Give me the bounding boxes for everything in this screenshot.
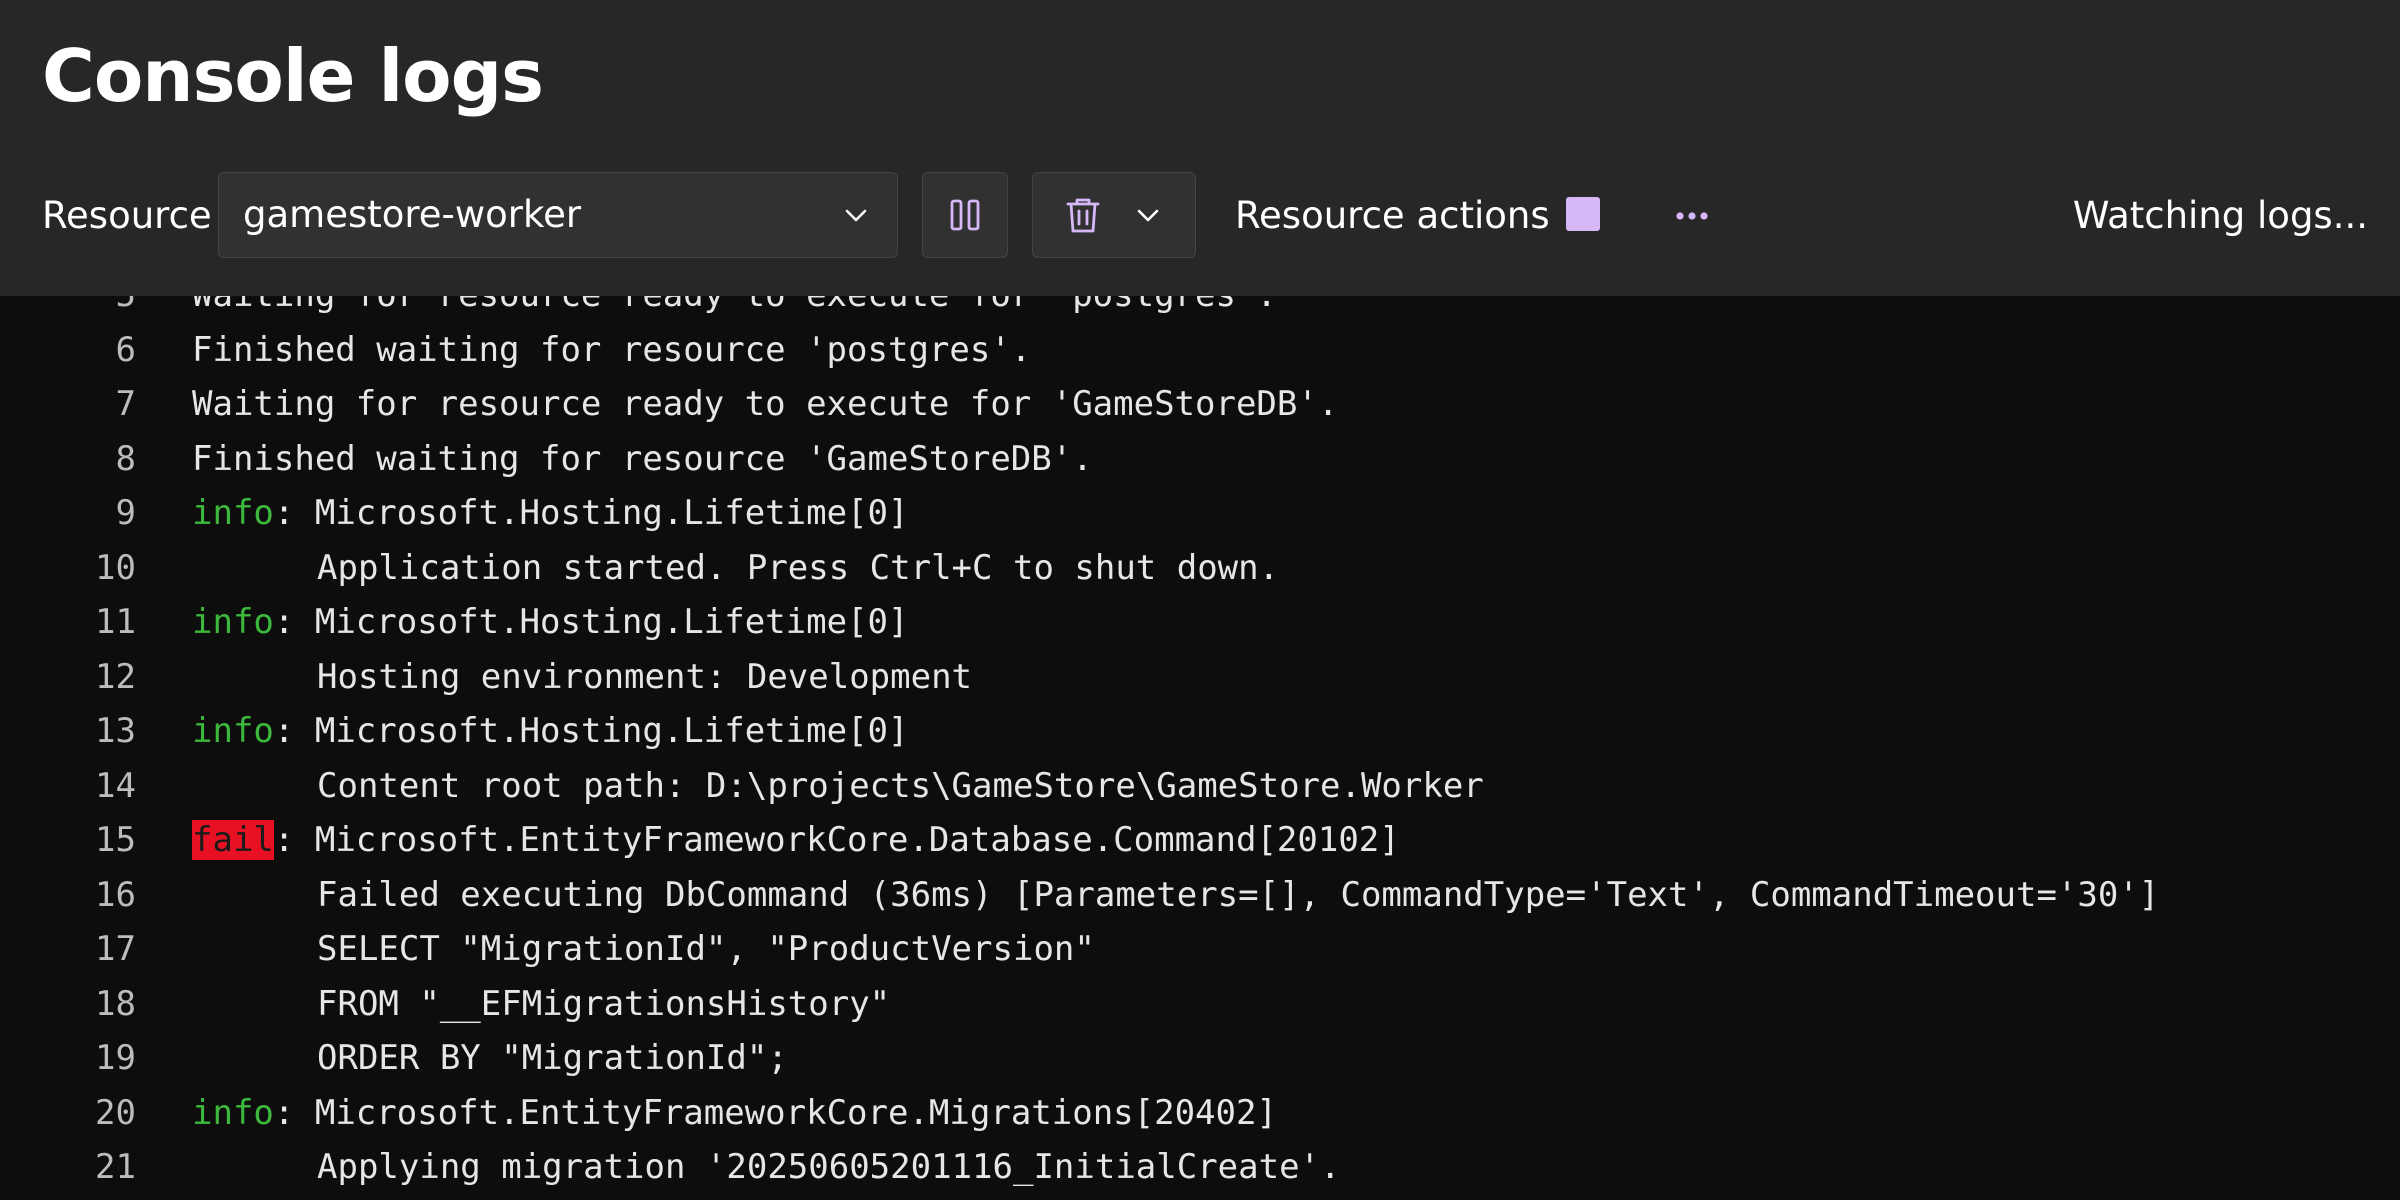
- log-text: ORDER BY "MigrationId";: [317, 1031, 788, 1085]
- log-message: Finished waiting for resource 'postgres'…: [192, 329, 1032, 370]
- chevron-down-icon: [845, 209, 867, 222]
- log-line: 15 fail: Microsoft.EntityFrameworkCore.Da…: [0, 813, 2400, 867]
- line-number: 13: [95, 711, 136, 751]
- log-text: FROM "__EFMigrationsHistory": [317, 977, 890, 1031]
- log-level-separator: :: [273, 820, 315, 860]
- log-message: SELECT "MigrationId", "ProductVersion": [317, 929, 1095, 969]
- log-text: Hosting environment: Development: [317, 650, 972, 704]
- log-text: Content root path: D:\projects\GameStore…: [317, 759, 1484, 813]
- log-text: Applying migration '20250605201116_Initi…: [317, 1140, 1341, 1194]
- resource-select-value: gamestore-worker: [243, 193, 582, 236]
- log-line: 7 Waiting for resource ready to execute f…: [0, 377, 2400, 431]
- log-message: Microsoft.Hosting.Lifetime[0]: [314, 602, 909, 642]
- log-line: 19 ORDER BY "MigrationId";: [0, 1031, 2400, 1085]
- log-line: 17 SELECT "MigrationId", "ProductVersion": [0, 922, 2400, 976]
- line-number: 11: [95, 602, 136, 642]
- log-line: 9 info: Microsoft.Hosting.Lifetime[0]: [0, 486, 2400, 540]
- log-line: 18 FROM "__EFMigrationsHistory": [0, 977, 2400, 1031]
- log-text: info: Microsoft.Hosting.Lifetime[0]: [192, 595, 908, 649]
- log-message: Applying migration '20250605201116_Initi…: [317, 1147, 1341, 1187]
- line-number: 19: [95, 1038, 136, 1078]
- log-line: 12 Hosting environment: Development: [0, 650, 2400, 704]
- resource-actions-label: Resource actions: [1235, 194, 1550, 237]
- log-message: Application started. Press Ctrl+C to shu…: [317, 547, 1280, 588]
- resource-label: Resource: [42, 194, 212, 237]
- more-horizontal-icon: [1676, 212, 1708, 220]
- log-message: Finished waiting for resource 'GameStore…: [192, 438, 1093, 479]
- line-number: 6: [115, 329, 136, 370]
- log-level-badge: info: [192, 493, 274, 533]
- log-message: Waiting for resource ready to execute fo…: [192, 384, 1339, 424]
- line-number: 7: [115, 384, 136, 424]
- log-text: Finished waiting for resource 'postgres'…: [192, 323, 1031, 377]
- clear-logs-menu-button[interactable]: [1032, 172, 1196, 258]
- line-number: 10: [95, 547, 136, 588]
- log-level-badge: info: [192, 1092, 274, 1133]
- log-text: info: Microsoft.Hosting.Lifetime[0]: [192, 486, 908, 540]
- line-number: 12: [95, 656, 136, 697]
- log-text: Finished waiting for resource 'GameStore…: [192, 432, 1093, 486]
- stop-resource-button[interactable]: [1552, 183, 1616, 247]
- log-level-badge: info: [192, 711, 274, 751]
- line-number: 18: [95, 983, 136, 1024]
- log-text: Failed executing DbCommand (36ms) [Param…: [317, 868, 2159, 922]
- pause-icon: [950, 199, 980, 231]
- more-actions-button[interactable]: [1660, 183, 1724, 247]
- log-text: Application started. Press Ctrl+C to shu…: [317, 541, 1279, 595]
- log-line: 10 Application started. Press Ctrl+C to s…: [0, 541, 2400, 595]
- log-message: Failed executing DbCommand (36ms) [Param…: [317, 874, 2160, 915]
- line-number: 21: [95, 1147, 136, 1187]
- log-message: Content root path: D:\projects\GameStore…: [317, 765, 1484, 806]
- log-text: fail: Microsoft.EntityFrameworkCore.Data…: [192, 813, 1400, 867]
- log-message: Microsoft.Hosting.Lifetime[0]: [314, 711, 909, 751]
- log-text: SELECT "MigrationId", "ProductVersion": [317, 922, 1095, 976]
- pause-button[interactable]: [922, 172, 1008, 258]
- log-level-separator: :: [273, 602, 315, 642]
- page-title: Console logs: [42, 34, 544, 118]
- chevron-down-icon: [1137, 209, 1159, 222]
- log-line: 11 info: Microsoft.Hosting.Lifetime[0]: [0, 595, 2400, 649]
- log-text: info: Microsoft.EntityFrameworkCore.Migr…: [192, 1086, 1277, 1140]
- log-text: Waiting for resource ready to execute fo…: [192, 377, 1338, 431]
- log-message: Microsoft.EntityFrameworkCore.Database.C…: [314, 820, 1400, 860]
- page-header: Console logs Resource gamestore-worker R…: [0, 0, 2400, 296]
- line-number: 14: [95, 765, 136, 806]
- resource-select[interactable]: gamestore-worker: [218, 172, 898, 258]
- trash-icon: [1066, 198, 1100, 233]
- log-message: ORDER BY "MigrationId";: [317, 1038, 788, 1078]
- line-number: 17: [95, 929, 136, 969]
- log-level-badge: info: [192, 602, 274, 642]
- log-line: 16 Failed executing DbCommand (36ms) [Par…: [0, 868, 2400, 922]
- status-text: Watching logs...: [2072, 194, 2368, 237]
- console-logs-page: 5Waiting for resource ready to execute f…: [0, 0, 2400, 1200]
- log-message: FROM "__EFMigrationsHistory": [317, 983, 891, 1024]
- log-level-separator: :: [273, 711, 315, 751]
- log-level-badge: fail: [192, 820, 274, 860]
- log-message: Microsoft.EntityFrameworkCore.Migrations…: [314, 1092, 1277, 1133]
- log-level-separator: :: [273, 1092, 315, 1133]
- log-line: 14 Content root path: D:\projects\GameSto…: [0, 759, 2400, 813]
- log-line: 13 info: Microsoft.Hosting.Lifetime[0]: [0, 704, 2400, 758]
- log-line: 6 Finished waiting for resource 'postgres…: [0, 323, 2400, 377]
- line-number: 20: [95, 1092, 136, 1133]
- log-message: Microsoft.Hosting.Lifetime[0]: [314, 493, 909, 533]
- log-line: 8 Finished waiting for resource 'GameStor…: [0, 432, 2400, 486]
- log-line: 21 Applying migration '20250605201116_Ini…: [0, 1140, 2400, 1194]
- log-message: Hosting environment: Development: [317, 656, 973, 697]
- stop-icon: [1566, 197, 1600, 231]
- log-line: 20 info: Microsoft.EntityFrameworkCore.Mi…: [0, 1086, 2400, 1140]
- line-number: 8: [115, 438, 136, 479]
- line-number: 15: [95, 820, 136, 860]
- line-number: 9: [115, 493, 136, 533]
- line-number: 16: [95, 874, 136, 915]
- log-level-separator: :: [273, 493, 315, 533]
- log-text: info: Microsoft.Hosting.Lifetime[0]: [192, 704, 908, 758]
